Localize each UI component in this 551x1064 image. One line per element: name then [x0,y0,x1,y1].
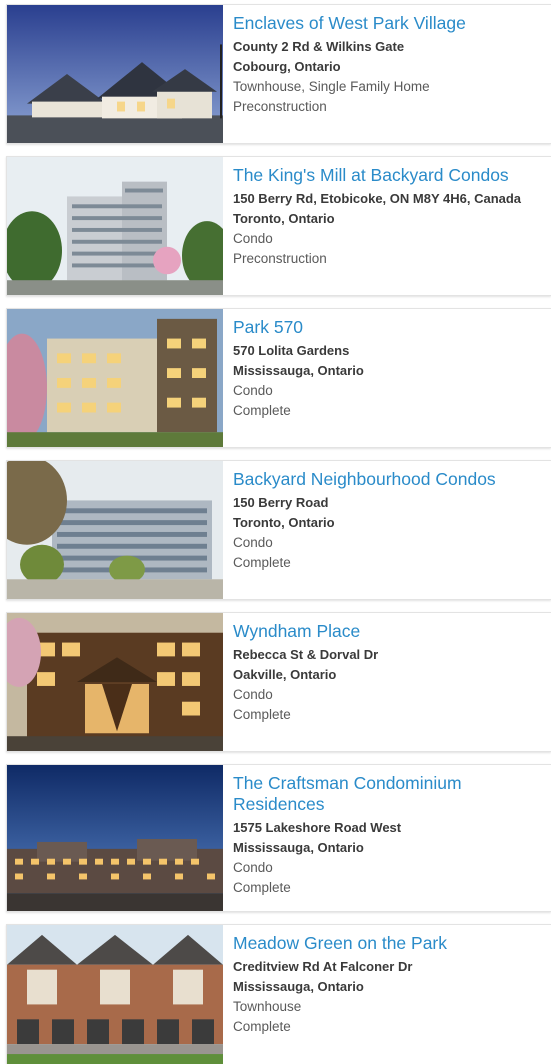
listing-status: Complete [233,403,291,418]
listing-status: Preconstruction [233,99,327,114]
listing-address: Rebecca St & Dorval Dr [233,647,379,662]
listing-city: Cobourg, Ontario [233,59,341,74]
midrise-condo-rendering-image[interactable] [7,309,223,447]
glass-condo-rendering-image[interactable] [7,461,223,599]
listing-city: Oakville, Ontario [233,667,337,682]
listing-title[interactable]: Meadow Green on the Park [233,933,545,954]
listing-title[interactable]: The Craftsman Condominium Residences [233,773,545,815]
listing-address: 1575 Lakeshore Road West [233,820,402,835]
listing-type: Condo [233,231,273,246]
listing-city: Mississauga, Ontario [233,979,364,994]
listing-card[interactable]: The King's Mill at Backyard Condos 150 B… [6,156,551,296]
listing-status: Complete [233,707,291,722]
listing-title[interactable]: Enclaves of West Park Village [233,13,545,34]
listing-info: Enclaves of West Park Village County 2 R… [233,13,545,117]
condo-tower-rendering-image[interactable] [7,157,223,295]
listing-info: Wyndham Place Rebecca St & Dorval Dr Oak… [233,621,545,725]
listing-type: Condo [233,687,273,702]
listing-card[interactable]: Park 570 570 Lolita Gardens Mississauga,… [6,308,551,448]
listing-type: Condo [233,860,273,875]
listing-card[interactable]: Backyard Neighbourhood Condos 150 Berry … [6,460,551,600]
listing-title[interactable]: The King's Mill at Backyard Condos [233,165,545,186]
brick-townhouse-rendering-image[interactable] [7,925,223,1064]
listing-type: Townhouse [233,999,302,1014]
listing-city: Mississauga, Ontario [233,840,364,855]
listing-info: The King's Mill at Backyard Condos 150 B… [233,165,545,269]
listing-info: Meadow Green on the Park Creditview Rd A… [233,933,545,1037]
listing-status: Complete [233,880,291,895]
listing-card[interactable]: Wyndham Place Rebecca St & Dorval Dr Oak… [6,612,551,752]
listing-address: County 2 Rd & Wilkins Gate [233,39,405,54]
listing-status: Complete [233,1019,291,1034]
listing-city: Mississauga, Ontario [233,363,364,378]
listing-address: 150 Berry Road [233,495,329,510]
listing-info: The Craftsman Condominium Residences 157… [233,773,545,898]
listing-address: 150 Berry Rd, Etobicoke, ON M8Y 4H6, Can… [233,191,522,206]
listing-card[interactable]: The Craftsman Condominium Residences 157… [6,764,551,912]
listing-city: Toronto, Ontario [233,515,335,530]
wood-condo-rendering-image[interactable] [7,613,223,751]
townhouse-rendering-image[interactable] [7,5,223,143]
listing-info: Backyard Neighbourhood Condos 150 Berry … [233,469,545,573]
listing-address: Creditview Rd At Falconer Dr [233,959,413,974]
listing-type: Townhouse, Single Family Home [233,79,430,94]
listing-card[interactable]: Meadow Green on the Park Creditview Rd A… [6,924,551,1064]
listing-city: Toronto, Ontario [233,211,335,226]
listing-title[interactable]: Backyard Neighbourhood Condos [233,469,545,490]
listing-type: Condo [233,535,273,550]
listing-address: 570 Lolita Gardens [233,343,350,358]
listing-info: Park 570 570 Lolita Gardens Mississauga,… [233,317,545,421]
listing-title[interactable]: Park 570 [233,317,545,338]
listing-title[interactable]: Wyndham Place [233,621,545,642]
listing-status: Complete [233,555,291,570]
listing-type: Condo [233,383,273,398]
listing-card[interactable]: Enclaves of West Park Village County 2 R… [6,4,551,144]
listing-status: Preconstruction [233,251,327,266]
night-condo-rendering-image[interactable] [7,765,223,911]
